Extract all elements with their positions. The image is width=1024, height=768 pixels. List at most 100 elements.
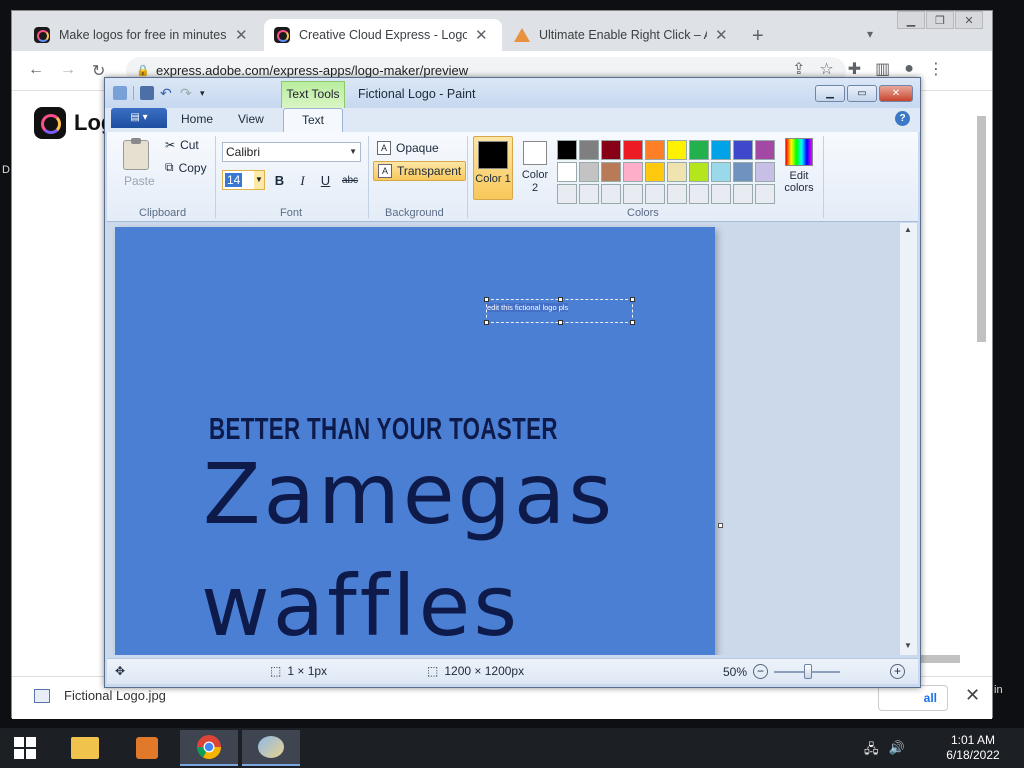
close-icon[interactable]: ✕ <box>715 26 728 44</box>
color-swatch[interactable] <box>755 162 775 182</box>
page-vertical-scrollbar[interactable] <box>974 104 988 644</box>
taskbar-paint[interactable] <box>242 730 300 766</box>
color2-button[interactable]: Color 2 <box>518 136 552 200</box>
close-window-icon[interactable]: ✕ <box>955 11 983 29</box>
extensions-puzzle-icon[interactable]: ✚ <box>848 59 861 79</box>
minimize-icon[interactable]: ▁ <box>815 85 845 102</box>
browser-tab-creative-cloud[interactable]: Creative Cloud Express - Logo M ✕ <box>264 19 502 51</box>
color-swatch[interactable] <box>733 184 753 204</box>
browser-tab-enable-right-click[interactable]: Ultimate Enable Right Click – Allo ✕ <box>504 19 742 51</box>
color-swatch[interactable] <box>733 162 753 182</box>
tab-search-chevron-icon[interactable]: ▾ <box>867 27 873 41</box>
taskbar-file-explorer[interactable] <box>56 730 114 766</box>
tab-view[interactable]: View <box>238 112 264 126</box>
color-swatch[interactable] <box>667 140 687 160</box>
bold-button[interactable]: B <box>269 171 290 190</box>
save-icon[interactable] <box>140 86 154 100</box>
restore-icon[interactable]: ❐ <box>926 11 954 29</box>
color-swatch[interactable] <box>711 140 731 160</box>
color-swatch[interactable] <box>645 184 665 204</box>
copy-button[interactable]: ⧉ Copy <box>165 160 207 175</box>
share-icon[interactable]: ⇪ <box>792 59 805 79</box>
color-swatch[interactable] <box>689 162 709 182</box>
network-icon[interactable]: 🖧 <box>864 740 879 762</box>
color-swatch[interactable] <box>711 162 731 182</box>
zoom-slider-thumb[interactable] <box>804 663 813 679</box>
font-family-dropdown[interactable]: Calibri ▼ <box>222 142 361 162</box>
text-box-content[interactable]: edit this fictional logo pls <box>487 303 569 312</box>
maximize-icon[interactable]: ▭ <box>847 85 877 102</box>
clipboard-paste-icon[interactable] <box>123 138 149 170</box>
scroll-up-arrow-icon[interactable]: ▲ <box>904 225 912 234</box>
resize-handle[interactable] <box>558 320 563 325</box>
tab-home[interactable]: Home <box>181 112 213 126</box>
color1-button[interactable]: Color 1 <box>473 136 513 200</box>
redo-icon[interactable]: ↷ <box>180 86 194 100</box>
color-swatch[interactable] <box>733 140 753 160</box>
close-icon[interactable]: ✕ <box>235 26 248 44</box>
color-swatch[interactable] <box>755 184 775 204</box>
color-swatch[interactable] <box>579 162 599 182</box>
scroll-down-arrow-icon[interactable]: ▼ <box>904 641 912 650</box>
color-swatch[interactable] <box>667 184 687 204</box>
opaque-button[interactable]: A Opaque <box>373 139 443 157</box>
strikethrough-button[interactable]: abc <box>338 171 362 190</box>
profile-avatar-icon[interactable]: ● <box>904 60 914 78</box>
cut-button[interactable]: ✂ Cut <box>165 138 199 152</box>
canvas-resize-handle[interactable] <box>718 523 723 528</box>
paint-file-menu-button[interactable]: ▤ ▾ <box>111 108 167 128</box>
undo-icon[interactable]: ↶ <box>160 86 174 100</box>
color-swatch[interactable] <box>557 162 577 182</box>
edit-colors-button[interactable]: Edit colors <box>779 138 819 194</box>
minimize-icon[interactable]: ▁ <box>897 11 925 29</box>
color-swatch[interactable] <box>755 140 775 160</box>
resize-handle[interactable] <box>630 320 635 325</box>
zoom-in-icon[interactable]: + <box>890 664 906 679</box>
color-swatch[interactable] <box>579 184 599 204</box>
start-button[interactable] <box>0 730 50 766</box>
back-arrow-icon[interactable]: ← <box>28 61 44 79</box>
close-downloads-icon[interactable]: ✕ <box>965 685 980 706</box>
taskbar-chrome[interactable] <box>180 730 238 766</box>
color-swatch[interactable] <box>557 140 577 160</box>
paint-vertical-scrollbar[interactable]: ▲ ▼ <box>900 223 917 655</box>
color-swatch[interactable] <box>623 184 643 204</box>
color-swatch[interactable] <box>667 162 687 182</box>
color-swatch[interactable] <box>601 184 621 204</box>
color-swatch[interactable] <box>711 184 731 204</box>
download-item[interactable]: Fictional Logo.jpg <box>34 688 166 703</box>
color-swatch[interactable] <box>689 140 709 160</box>
transparent-button[interactable]: A Transparent <box>373 161 467 181</box>
kebab-menu-icon[interactable]: ⋮ <box>928 59 944 79</box>
color-swatch[interactable] <box>623 162 643 182</box>
taskbar-media-player[interactable] <box>118 730 176 766</box>
close-icon[interactable]: ✕ <box>475 26 488 44</box>
customize-toolbar-chevron-icon[interactable]: ▾ <box>200 86 214 100</box>
color-swatch[interactable] <box>601 162 621 182</box>
color-swatch[interactable] <box>645 140 665 160</box>
resize-handle[interactable] <box>558 297 563 302</box>
paste-button[interactable]: Paste <box>124 174 155 188</box>
color-swatch[interactable] <box>645 162 665 182</box>
zoom-out-icon[interactable]: − <box>753 664 769 679</box>
sidepanel-icon[interactable]: ▥ <box>875 59 890 79</box>
new-tab-button[interactable]: + <box>752 25 764 48</box>
help-icon[interactable]: ? <box>895 111 910 126</box>
close-window-icon[interactable]: ✕ <box>879 85 913 102</box>
volume-icon[interactable]: 🔊 <box>889 740 905 762</box>
text-box-selection[interactable]: edit this fictional logo pls <box>484 297 635 325</box>
resize-handle[interactable] <box>484 320 489 325</box>
font-size-dropdown[interactable]: 14 ▼ <box>222 170 265 190</box>
paint-app-icon[interactable] <box>113 86 127 100</box>
color-swatch[interactable] <box>601 140 621 160</box>
resize-handle[interactable] <box>484 297 489 302</box>
zoom-slider[interactable] <box>774 663 841 679</box>
underline-button[interactable]: U <box>315 171 336 190</box>
color-swatch[interactable] <box>557 184 577 204</box>
taskbar-clock[interactable]: 1:01 AM 6/18/2022 <box>940 733 1006 763</box>
show-all-button[interactable]: all <box>878 685 948 711</box>
resize-handle[interactable] <box>630 297 635 302</box>
forward-arrow-icon[interactable]: → <box>60 61 76 79</box>
tab-text[interactable]: Text <box>283 108 344 132</box>
color-swatch[interactable] <box>623 140 643 160</box>
